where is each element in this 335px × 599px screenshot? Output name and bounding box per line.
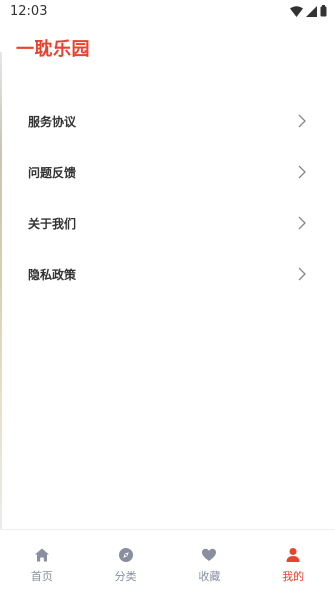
menu-item-service-agreement[interactable]: 服务协议 <box>0 96 335 147</box>
tab-label: 分类 <box>114 570 137 583</box>
user-icon <box>286 548 300 562</box>
menu-item-label: 隐私政策 <box>28 268 77 282</box>
wifi-icon <box>290 5 303 17</box>
chevron-right-icon <box>298 267 306 281</box>
battery-icon <box>320 5 327 17</box>
status-time: 12:03 <box>10 4 48 19</box>
menu-item-label: 关于我们 <box>28 217 77 231</box>
menu-item-feedback[interactable]: 问题反馈 <box>0 147 335 198</box>
tab-favorites[interactable]: 收藏 <box>168 530 252 599</box>
chevron-right-icon <box>298 216 306 230</box>
tab-category[interactable]: 分类 <box>84 530 168 599</box>
menu-item-privacy-policy[interactable]: 隐私政策 <box>0 249 335 300</box>
tab-label: 我的 <box>282 570 305 583</box>
tab-label: 收藏 <box>198 570 221 583</box>
signal-icon <box>306 5 317 17</box>
tab-label: 首页 <box>30 570 53 583</box>
status-bar: 12:03 <box>0 0 335 24</box>
chevron-right-icon <box>298 114 306 128</box>
home-icon <box>34 548 49 562</box>
compass-icon <box>118 548 133 562</box>
tab-mine[interactable]: 我的 <box>251 530 335 599</box>
settings-menu: 服务协议 问题反馈 关于我们 隐私政策 <box>0 96 335 300</box>
status-icons <box>290 5 327 17</box>
tab-home[interactable]: 首页 <box>0 530 84 599</box>
heart-icon <box>202 548 217 561</box>
menu-item-label: 服务协议 <box>28 115 77 129</box>
menu-item-label: 问题反馈 <box>28 166 77 180</box>
app-title: 一耽乐园 <box>16 39 90 60</box>
menu-item-about-us[interactable]: 关于我们 <box>0 198 335 249</box>
bottom-tab-bar: 首页 分类 收藏 我的 <box>0 529 335 599</box>
chevron-right-icon <box>298 165 306 179</box>
